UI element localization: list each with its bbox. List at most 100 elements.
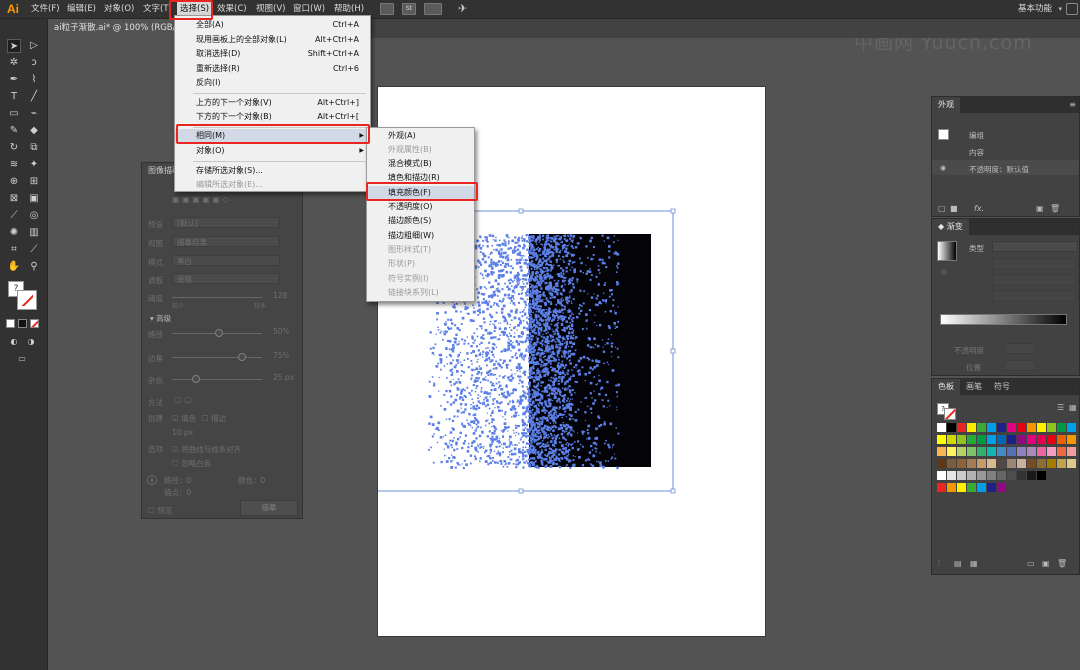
color-swatch[interactable] (997, 471, 1006, 480)
none-mode-icon[interactable] (30, 319, 39, 328)
color-swatch[interactable] (997, 459, 1006, 468)
bridge-icon[interactable] (380, 3, 394, 15)
color-swatch[interactable] (997, 447, 1006, 456)
submenu-item-graphic-style[interactable]: 图形样式(T) (367, 243, 474, 257)
color-swatch[interactable] (1017, 423, 1026, 432)
color-swatch[interactable] (947, 471, 956, 480)
color-swatch[interactable] (1007, 435, 1016, 444)
noise-slider-knob[interactable] (192, 375, 200, 383)
menu-item-object[interactable]: 对象(O) ▶ (175, 144, 370, 158)
color-swatch[interactable] (1017, 435, 1026, 444)
selection-tool-icon[interactable]: ➤ (7, 39, 21, 53)
eyedropper-icon[interactable]: ⟋ (7, 209, 21, 223)
search-icon[interactable] (1066, 3, 1078, 15)
color-swatch[interactable] (1007, 423, 1016, 432)
new-swatch-icon[interactable]: ▣ (1042, 559, 1050, 569)
contents-label[interactable]: 内容 (969, 147, 984, 158)
duplicate-item-icon[interactable]: ▣ (1036, 204, 1044, 214)
active-stroke-icon[interactable] (944, 408, 956, 420)
color-swatch[interactable] (977, 423, 986, 432)
color-swatch[interactable] (987, 459, 996, 468)
color-swatch[interactable] (1067, 423, 1076, 432)
trace-preset-icons[interactable]: ▣ ▣ ▣ ▣ ▣ ◇ (172, 195, 229, 205)
color-swatch[interactable] (987, 423, 996, 432)
document-tab[interactable]: ai粒子渐散.ai* @ 100% (RGB/GP (48, 19, 188, 38)
menu-item-edit-selection[interactable]: 编辑所选对象(E)... (175, 178, 370, 192)
color-swatch[interactable] (967, 483, 976, 492)
perspective-grid-icon[interactable]: ⊞ (27, 175, 41, 189)
mesh-tool-icon[interactable]: ⊠ (7, 192, 21, 206)
color-swatch[interactable] (957, 483, 966, 492)
color-swatch[interactable] (967, 423, 976, 432)
app-logo[interactable]: Ai (4, 1, 22, 17)
aspect-ratio-field[interactable] (992, 291, 1076, 302)
stock-icon[interactable]: St (402, 3, 416, 15)
paths-slider-knob[interactable] (215, 329, 223, 337)
visibility-eye-icon[interactable]: ◉ (940, 163, 946, 173)
color-swatch[interactable] (957, 447, 966, 456)
slice-tool-icon[interactable]: ⟋ (27, 243, 41, 257)
swatch-options-icon[interactable]: ▦ (970, 559, 978, 569)
color-swatch[interactable] (1057, 459, 1066, 468)
submenu-item-appearance[interactable]: 外观(A) (367, 129, 474, 143)
ignore-white-checkbox[interactable]: ☐ 忽略白色 (172, 458, 211, 469)
fill-checkbox[interactable]: ☑ 填色 (172, 413, 196, 424)
color-swatch[interactable] (1037, 423, 1046, 432)
submenu-item-stroke-color[interactable]: 描边颜色(S) (367, 214, 474, 228)
curvature-tool-icon[interactable]: ⌇ (27, 73, 41, 87)
color-swatch[interactable] (997, 483, 1006, 492)
color-swatch[interactable] (957, 435, 966, 444)
shape-builder-icon[interactable]: ⊕ (7, 175, 21, 189)
gradient-tool-icon[interactable]: ▣ (27, 192, 41, 206)
color-swatch[interactable] (1047, 423, 1056, 432)
menu-item-inverse[interactable]: 反向(I) (175, 76, 370, 90)
delete-item-icon[interactable]: 🗑 (1050, 204, 1060, 214)
puppet-warp-icon[interactable]: ✦ (27, 158, 41, 172)
menu-item-deselect[interactable]: 取消选择(D) Shift+Ctrl+A (175, 47, 370, 61)
rectangle-tool-icon[interactable]: ▭ (7, 107, 21, 121)
color-swatch[interactable] (937, 435, 946, 444)
color-swatch[interactable] (987, 471, 996, 480)
draw-mode-icon[interactable]: ◐ (7, 335, 21, 349)
color-swatch[interactable] (947, 447, 956, 456)
color-swatch[interactable] (987, 435, 996, 444)
menu-item-reselect[interactable]: 重新选择(R) Ctrl+6 (175, 62, 370, 76)
paintbrush-icon[interactable]: ⌁ (27, 107, 41, 121)
color-swatch[interactable] (1037, 435, 1046, 444)
mode-select[interactable]: 黑白 (172, 255, 280, 266)
zoom-tool-icon[interactable]: ⚲ (27, 260, 41, 274)
line-tool-icon[interactable]: ╱ (27, 90, 41, 104)
palette-select[interactable]: 受限 (172, 273, 280, 284)
menu-item-all[interactable]: 全部(A) Ctrl+A (175, 18, 370, 32)
color-swatch[interactable] (1057, 447, 1066, 456)
color-swatch[interactable] (1067, 459, 1076, 468)
color-swatch[interactable] (1007, 447, 1016, 456)
color-swatch[interactable] (977, 435, 986, 444)
corners-slider-knob[interactable] (238, 353, 246, 361)
gradient-slider[interactable] (940, 314, 1067, 325)
corners-slider[interactable] (172, 357, 262, 358)
draw-inside-icon[interactable]: ◑ (24, 335, 38, 349)
submenu-item-blending-mode[interactable]: 混合模式(B) (367, 157, 474, 171)
color-swatch[interactable] (1057, 435, 1066, 444)
gpu-performance-icon[interactable]: ✈ (458, 3, 472, 15)
angle-field[interactable] (992, 275, 1076, 286)
trace-button[interactable]: 描摹 (240, 500, 298, 516)
list-view-icon[interactable]: ☰ (1057, 403, 1064, 413)
swatches-tab[interactable]: 色板 (932, 379, 960, 395)
color-mode-icon[interactable] (6, 319, 15, 328)
submenu-item-link-block-series[interactable]: 链接块系列(L) (367, 286, 474, 300)
menu-object[interactable]: 对象(O) (104, 0, 134, 19)
menu-item-next-object-below[interactable]: 下方的下一个对象(B) Alt+Ctrl+[ (175, 110, 370, 124)
color-swatch[interactable] (967, 471, 976, 480)
width-tool-icon[interactable]: ≋ (7, 158, 21, 172)
hand-tool-icon[interactable]: ✋ (7, 260, 21, 274)
color-swatch[interactable] (1027, 459, 1036, 468)
menu-item-save-selection[interactable]: 存储所选对象(S)... (175, 164, 370, 178)
color-swatch[interactable] (957, 459, 966, 468)
submenu-item-appearance-attribute[interactable]: 外观属性(B) (367, 143, 474, 157)
brushes-tab[interactable]: 画笔 (966, 379, 982, 395)
rotate-tool-icon[interactable]: ↻ (7, 141, 21, 155)
gradient-tab[interactable]: ◆ 渐变 (932, 219, 969, 235)
gradient-position-field[interactable] (1004, 360, 1036, 371)
